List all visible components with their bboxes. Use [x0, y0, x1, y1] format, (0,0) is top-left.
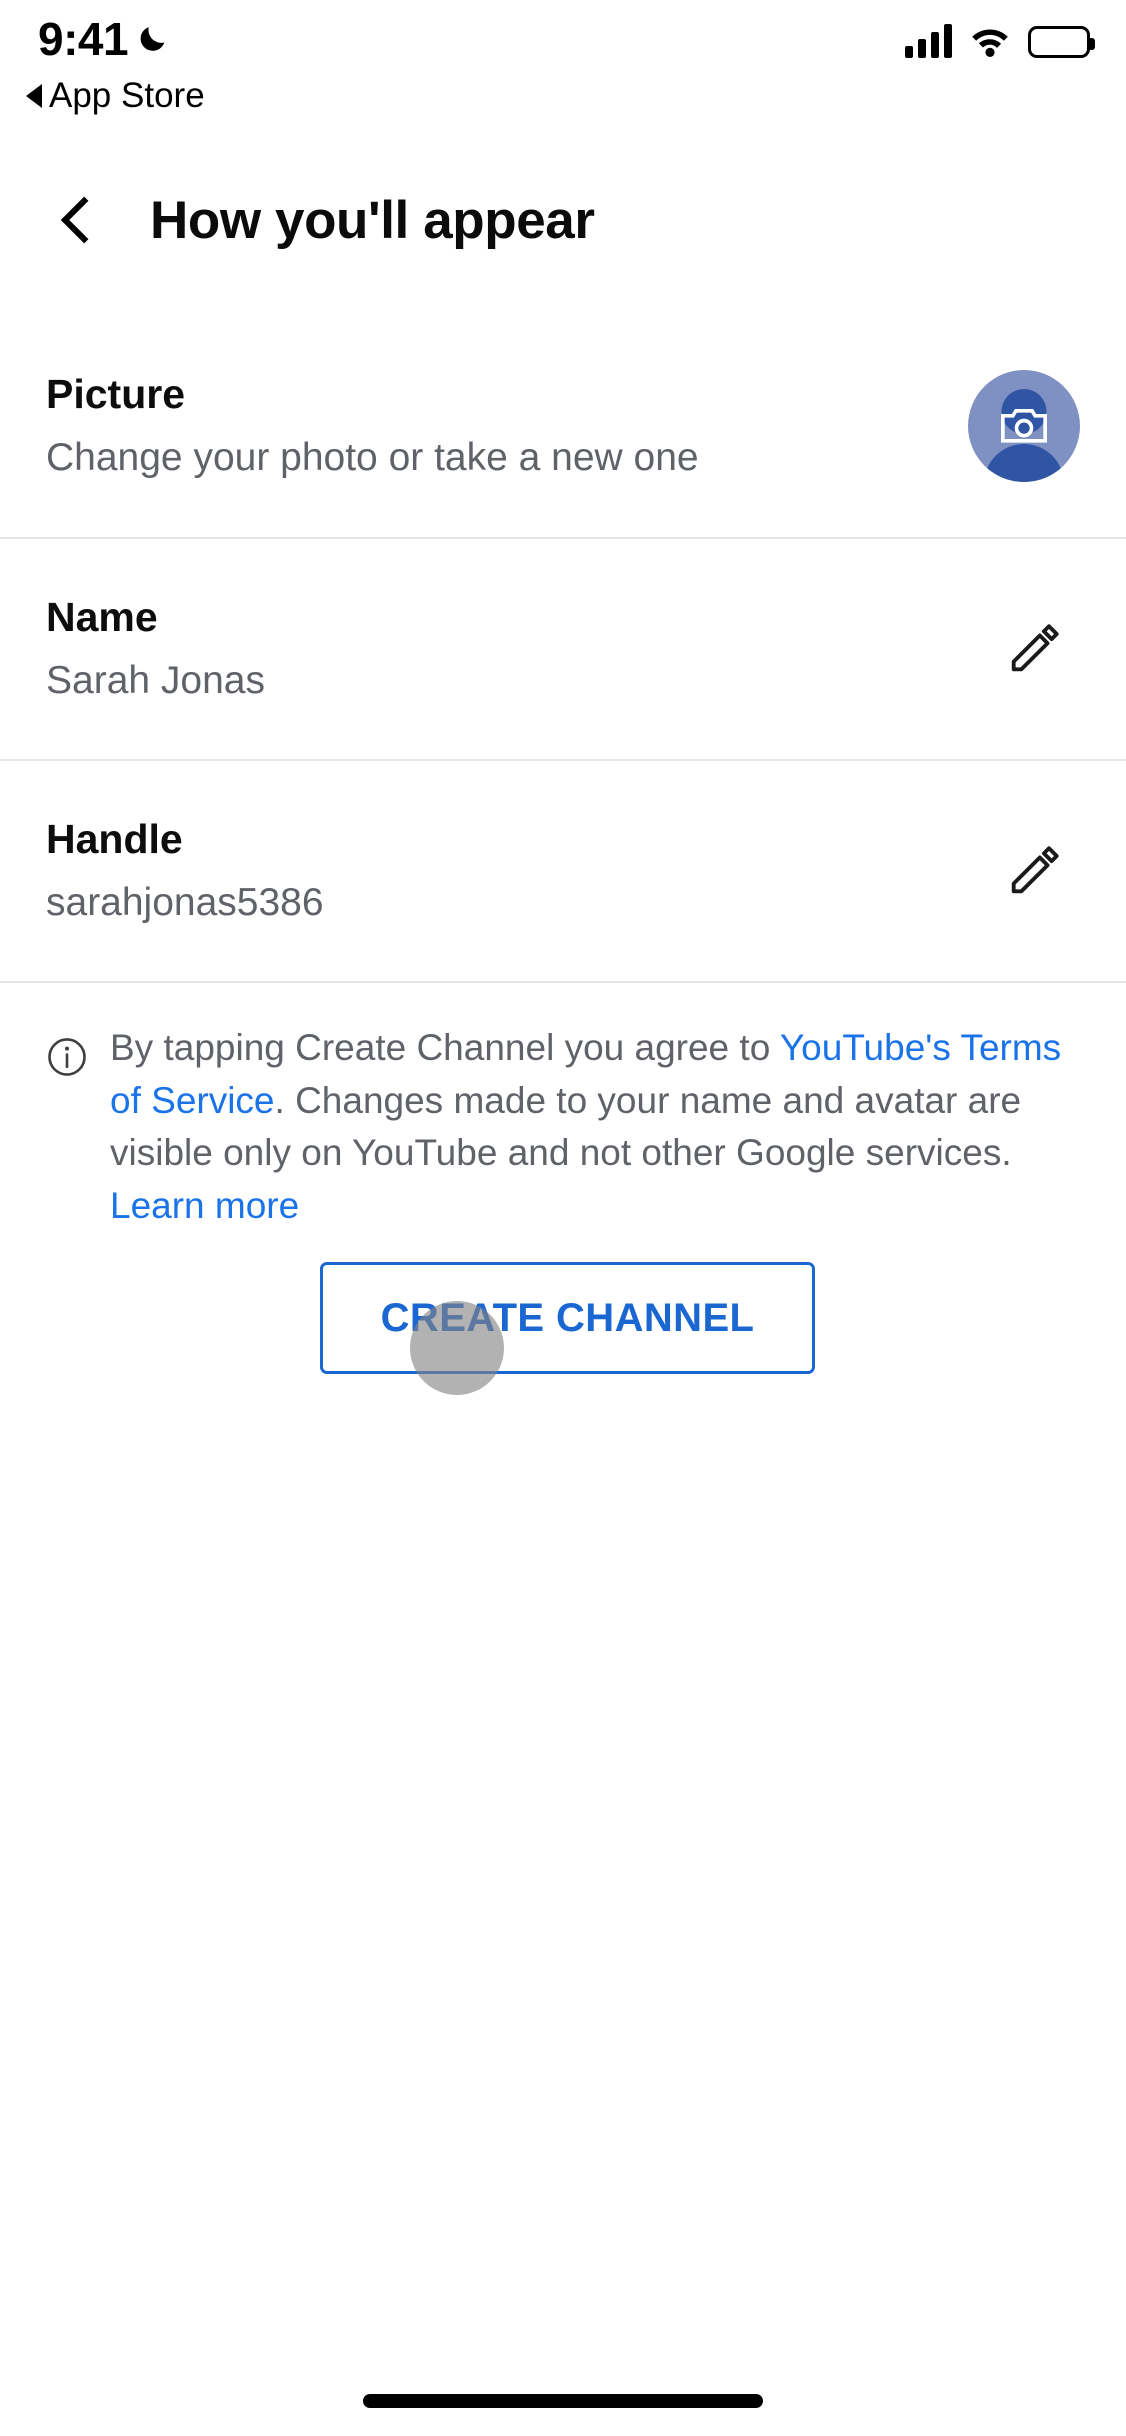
back-button[interactable]: [20, 164, 132, 276]
picture-text-group: Picture Change your photo or take a new …: [46, 371, 699, 481]
name-value: Sarah Jonas: [46, 659, 265, 703]
pencil-icon: [1011, 846, 1059, 894]
avatar-camera-icon[interactable]: [968, 370, 1080, 482]
triangle-left-icon: [26, 83, 42, 108]
picture-sublabel: Change your photo or take a new one: [46, 436, 699, 480]
learn-more-link[interactable]: Learn more: [110, 1185, 299, 1226]
avatar-body-shape: [984, 444, 1064, 482]
back-app-label: App Store: [49, 76, 205, 115]
camera-icon: [1001, 408, 1047, 443]
wifi-icon: [972, 29, 1008, 57]
status-time-group: 9:41: [38, 16, 170, 62]
crescent-moon-icon: [140, 27, 165, 51]
handle-label: Handle: [46, 816, 183, 862]
row-picture[interactable]: Picture Change your photo or take a new …: [0, 315, 1126, 537]
cellular-signal-icon: [905, 24, 952, 58]
handle-text-group: Handle sarahjonas5386: [46, 816, 324, 926]
status-time: 9:41: [38, 13, 129, 65]
row-handle[interactable]: Handle sarahjonas5386: [0, 761, 1126, 981]
disclaimer-block: By tapping Create Channel you agree to Y…: [0, 1022, 1126, 1232]
edit-name-button[interactable]: [988, 603, 1080, 695]
disclaimer-part-1: By tapping Create Channel you agree to: [110, 1027, 780, 1068]
pencil-icon: [1011, 624, 1059, 672]
divider: [0, 981, 1126, 983]
picture-label: Picture: [46, 371, 185, 417]
name-label: Name: [46, 594, 158, 640]
status-indicators: [905, 24, 1095, 58]
battery-full-icon: [1028, 26, 1095, 58]
name-text-group: Name Sarah Jonas: [46, 594, 265, 704]
page-title: How you'll appear: [150, 190, 595, 250]
status-bar: 9:41 App Store: [0, 0, 1126, 140]
edit-handle-button[interactable]: [988, 825, 1080, 917]
settings-list: Picture Change your photo or take a new …: [0, 315, 1126, 983]
row-name[interactable]: Name Sarah Jonas: [0, 539, 1126, 759]
disclaimer-text: By tapping Create Channel you agree to Y…: [110, 1022, 1076, 1232]
phone-screen: 9:41 App Store How you'll appear Picture…: [0, 0, 1126, 2436]
navigation-bar: How you'll appear: [0, 160, 1126, 280]
info-circle-icon: [48, 1038, 86, 1076]
back-to-app-store-button[interactable]: App Store: [26, 78, 205, 113]
chevron-left-icon: [60, 196, 89, 244]
handle-value: sarahjonas5386: [46, 881, 324, 925]
home-indicator[interactable]: [363, 2394, 763, 2408]
create-channel-button[interactable]: CREATE CHANNEL: [320, 1262, 815, 1374]
